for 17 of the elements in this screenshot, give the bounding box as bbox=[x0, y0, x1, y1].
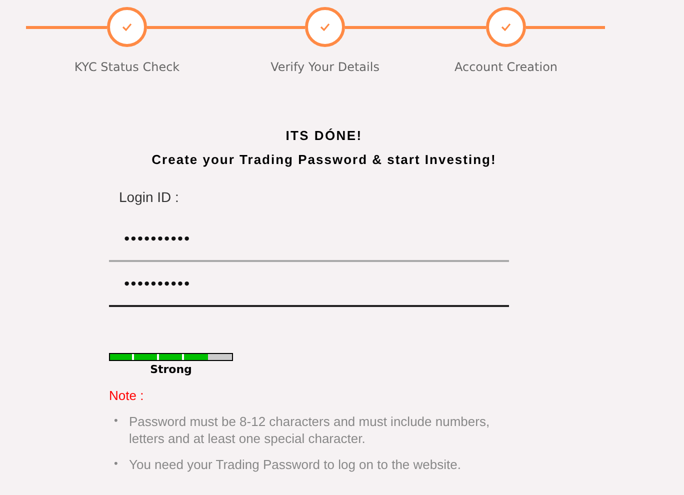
subheading: Create your Trading Password & start Investing! bbox=[150, 152, 498, 167]
note-title: Note : bbox=[109, 388, 145, 403]
strength-label: Strong bbox=[149, 363, 193, 376]
note-item: Password must be 8-12 characters and must include numbers, letters and at least one special character. bbox=[129, 413, 491, 447]
note-item: You need your Trading Password to log on to the website. bbox=[129, 456, 462, 473]
password-field[interactable]: •••••••••• bbox=[109, 217, 509, 262]
bullet: • bbox=[114, 457, 119, 472]
check-icon bbox=[122, 23, 132, 31]
password-field[interactable]: •••••••••• bbox=[109, 262, 509, 307]
bullet: • bbox=[114, 414, 119, 429]
step-label: Account Creation bbox=[454, 60, 558, 74]
login-id-label: Login ID : bbox=[119, 189, 180, 205]
step-label: Verify Your Details bbox=[270, 60, 380, 74]
step-label: KYC Status Check bbox=[74, 60, 180, 74]
check-icon bbox=[320, 23, 330, 31]
heading: ITS DÓNE! bbox=[284, 128, 364, 143]
check-icon bbox=[501, 23, 511, 31]
